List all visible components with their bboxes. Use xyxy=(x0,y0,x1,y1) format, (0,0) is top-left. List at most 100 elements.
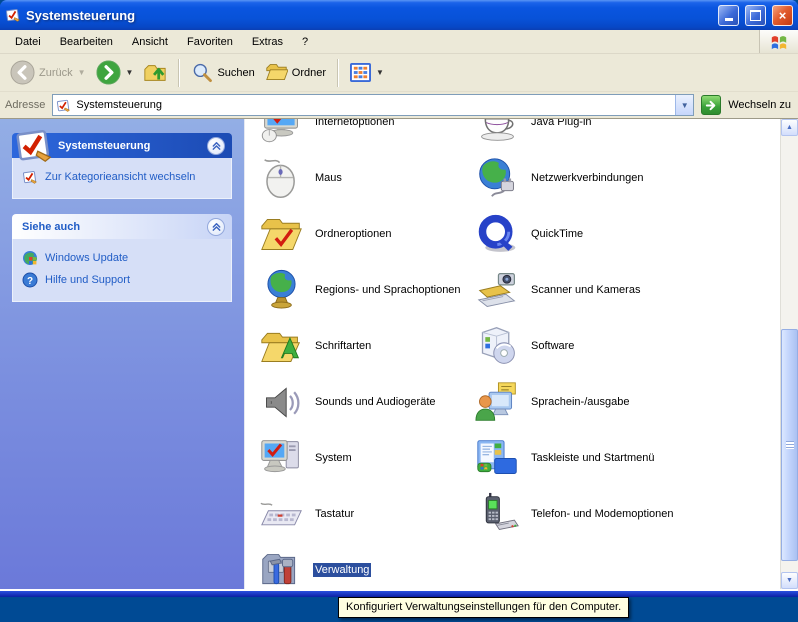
menu-hilfe[interactable]: ? xyxy=(293,32,318,52)
folder-options-icon xyxy=(259,212,304,257)
scrollbar-thumb[interactable] xyxy=(781,329,798,561)
speech-icon xyxy=(475,380,520,425)
item-taskleiste-und-startmenue[interactable]: Taskleiste und Startmenü xyxy=(475,430,657,486)
forward-dropdown-icon: ▼ xyxy=(126,68,134,77)
item-schriftarten[interactable]: Schriftarten xyxy=(259,318,373,374)
help-icon xyxy=(22,272,38,288)
maximize-button[interactable] xyxy=(745,5,766,26)
item-label: Software xyxy=(529,339,576,353)
windows-flag-icon xyxy=(770,33,788,51)
views-dropdown-icon: ▼ xyxy=(376,68,384,77)
item-label: Regions- und Sprachoptionen xyxy=(313,283,463,297)
item-telefon-und-modemoptionen[interactable]: Telefon- und Modemoptionen xyxy=(475,486,675,542)
address-input[interactable]: Systemsteuerung ▼ xyxy=(52,94,694,116)
go-button[interactable] xyxy=(701,95,721,115)
forward-icon xyxy=(96,60,121,85)
link-label: Windows Update xyxy=(45,252,128,264)
windows-update-icon xyxy=(22,250,38,266)
scanner-camera-icon xyxy=(475,268,520,313)
item-maus[interactable]: Maus xyxy=(259,150,344,206)
panel-title: Siehe auch xyxy=(22,221,80,233)
chevron-up-icon xyxy=(211,140,222,151)
explorer-window: Systemsteuerung × Datei Bearbeiten Ansic… xyxy=(0,0,798,597)
toolbar: Zurück ▼ ▼ Suchen Ordner ▼ xyxy=(0,54,798,92)
item-label: Sounds und Audiogeräte xyxy=(313,395,438,409)
search-button[interactable]: Suchen xyxy=(187,60,258,86)
menu-extras[interactable]: Extras xyxy=(243,32,293,52)
forward-button[interactable]: ▼ xyxy=(92,58,138,87)
search-label: Suchen xyxy=(217,67,254,79)
system-icon xyxy=(259,436,304,481)
chevron-up-icon xyxy=(211,221,222,232)
search-icon xyxy=(191,62,213,84)
collapse-button[interactable] xyxy=(207,218,225,236)
item-ordneroptionen[interactable]: Ordneroptionen xyxy=(259,206,393,262)
address-control-panel-icon xyxy=(56,98,71,113)
menu-favoriten[interactable]: Favoriten xyxy=(178,32,243,52)
internet-options-icon xyxy=(259,119,304,145)
panel-siehe-auch-header[interactable]: Siehe auch xyxy=(12,214,232,239)
item-regions-und-sprachoptionen[interactable]: Regions- und Sprachoptionen xyxy=(259,262,463,318)
address-bar: Adresse Systemsteuerung ▼ Wechseln zu xyxy=(0,92,798,119)
minimize-button[interactable] xyxy=(718,5,739,26)
up-folder-icon xyxy=(143,61,167,85)
item-sprachein-ausgabe[interactable]: Sprachein-/ausgabe xyxy=(475,374,631,430)
title-bar[interactable]: Systemsteuerung × xyxy=(0,0,798,30)
software-icon xyxy=(475,324,520,369)
region-language-icon xyxy=(259,268,304,313)
desktop: Systemsteuerung × Datei Bearbeiten Ansic… xyxy=(0,0,798,622)
menu-datei[interactable]: Datei xyxy=(6,32,51,52)
scroll-up-button[interactable]: ▲ xyxy=(781,119,798,136)
tooltip-text: Konfiguriert Verwaltungseinstellungen fü… xyxy=(346,601,621,613)
admin-tools-icon xyxy=(259,548,304,590)
item-label: Telefon- und Modemoptionen xyxy=(529,507,675,521)
sounds-audio-icon xyxy=(259,380,304,425)
help-support-link[interactable]: Hilfe und Support xyxy=(22,269,227,291)
link-label: Zur Kategorieansicht wechseln xyxy=(45,171,195,183)
window-bottom-edge xyxy=(0,589,798,597)
item-tastatur[interactable]: Tastatur xyxy=(259,486,356,542)
switch-to-category-view-link[interactable]: Zur Kategorieansicht wechseln xyxy=(22,166,227,188)
folders-label: Ordner xyxy=(292,67,326,79)
item-internetoptionen[interactable]: Internetoptionen xyxy=(259,119,397,150)
address-dropdown-button[interactable]: ▼ xyxy=(675,95,693,115)
up-button[interactable] xyxy=(139,59,171,87)
category-view-icon xyxy=(22,169,38,185)
scrollbar-grip xyxy=(786,441,794,449)
collapse-button[interactable] xyxy=(207,137,225,155)
item-software[interactable]: Software xyxy=(475,318,576,374)
folders-icon xyxy=(265,61,288,84)
scroll-down-button[interactable]: ▼ xyxy=(781,572,798,589)
tooltip: Konfiguriert Verwaltungseinstellungen fü… xyxy=(338,597,629,618)
fonts-icon xyxy=(259,324,304,369)
minimize-icon xyxy=(725,18,733,21)
item-label: Java Plug-in xyxy=(529,119,594,129)
control-panel-item-list: Internetoptionen Maus Ordneroptionen Reg… xyxy=(244,119,780,589)
windows-update-link[interactable]: Windows Update xyxy=(22,247,227,269)
task-pane-sidebar: Systemsteuerung Zur Kategorieansicht wec… xyxy=(0,119,244,589)
menu-ansicht[interactable]: Ansicht xyxy=(123,32,178,52)
item-label: QuickTime xyxy=(529,227,585,241)
back-button[interactable]: Zurück ▼ xyxy=(6,58,90,87)
item-label: Sprachein-/ausgabe xyxy=(529,395,631,409)
menu-bearbeiten[interactable]: Bearbeiten xyxy=(51,32,123,52)
views-button[interactable]: ▼ xyxy=(346,60,388,85)
window-title: Systemsteuerung xyxy=(26,8,712,23)
close-button[interactable]: × xyxy=(772,5,793,26)
item-scanner-und-kameras[interactable]: Scanner und Kameras xyxy=(475,262,642,318)
phone-modem-icon xyxy=(475,492,520,537)
folders-button[interactable]: Ordner xyxy=(261,59,330,86)
close-icon: × xyxy=(779,9,787,22)
item-sounds-und-audiogeraete[interactable]: Sounds und Audiogeräte xyxy=(259,374,438,430)
keyboard-icon xyxy=(259,492,304,537)
item-netzwerkverbindungen[interactable]: Netzwerkverbindungen xyxy=(475,150,646,206)
item-java-plug-in[interactable]: Java Plug-in xyxy=(475,119,594,150)
taskbar-startmenu-icon xyxy=(475,436,520,481)
toolbar-separator xyxy=(337,59,339,87)
vertical-scrollbar[interactable]: ▲ ▼ xyxy=(780,119,798,589)
item-verwaltung[interactable]: Verwaltung xyxy=(259,542,371,589)
item-quicktime[interactable]: QuickTime xyxy=(475,206,585,262)
panel-systemsteuerung: Systemsteuerung Zur Kategorieansicht wec… xyxy=(12,133,232,199)
item-system[interactable]: System xyxy=(259,430,354,486)
mouse-icon xyxy=(259,156,304,201)
